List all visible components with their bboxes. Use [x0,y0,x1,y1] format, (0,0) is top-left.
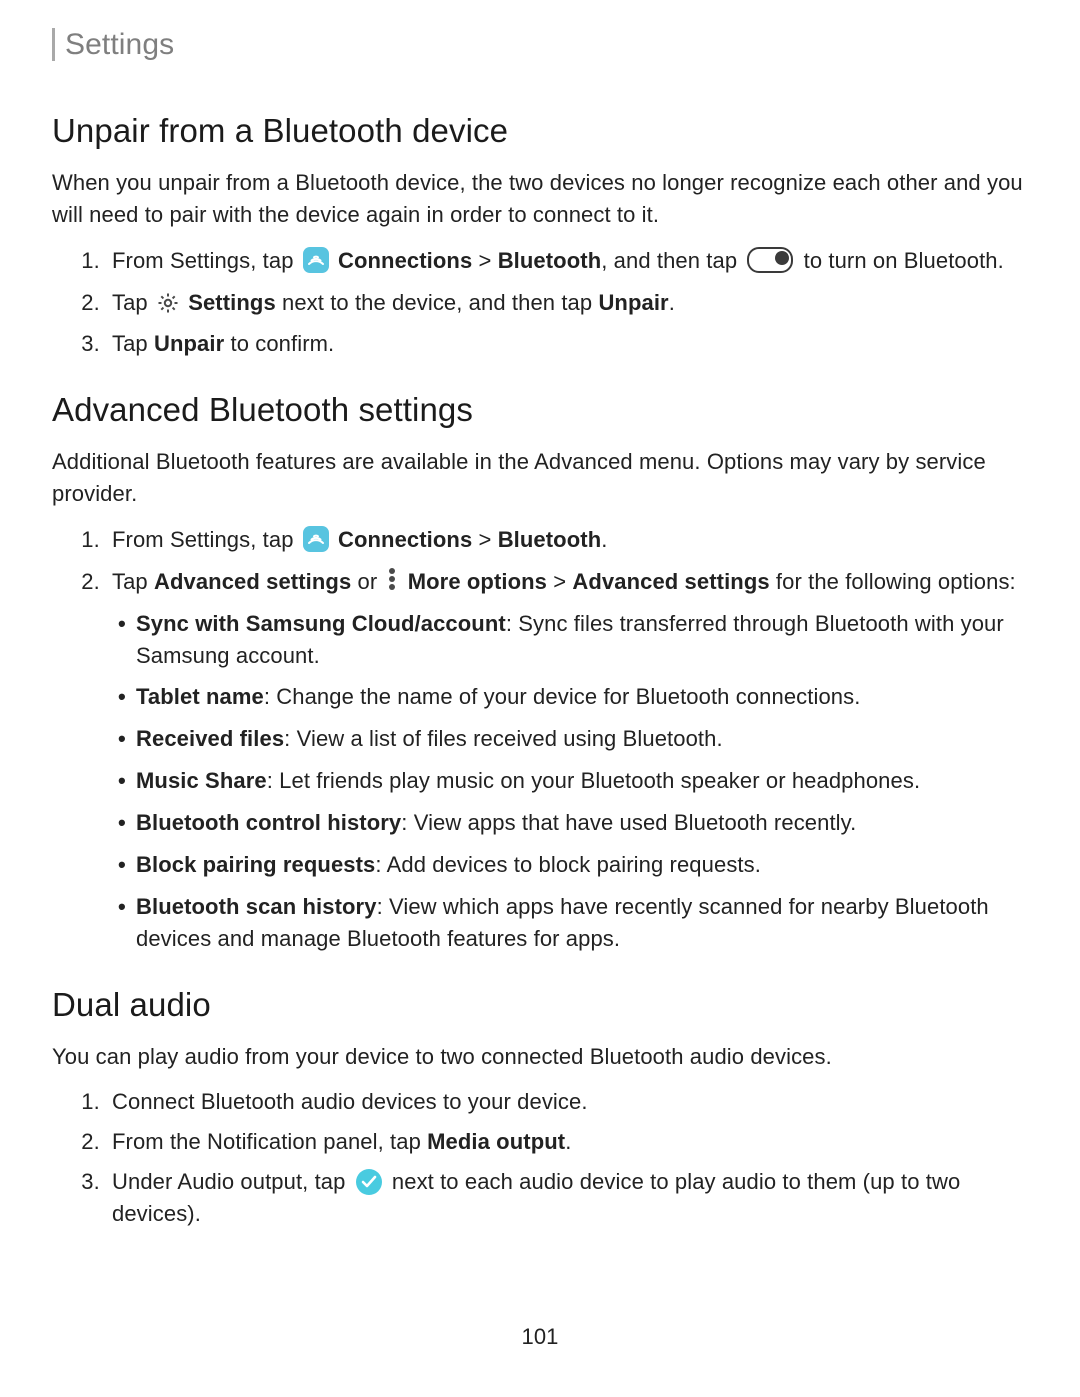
connections-icon [303,526,329,552]
opt-received-files: Received files: View a list of files rec… [136,723,1028,755]
opt-scan-history: Bluetooth scan history: View which apps … [136,891,1028,955]
heading-advanced: Advanced Bluetooth settings [52,386,1028,434]
unpair-steps: From Settings, tap Connections > Bluetoo… [52,245,1028,361]
advanced-intro: Additional Bluetooth features are availa… [52,446,1028,510]
more-options-icon [385,566,399,592]
advanced-steps: From Settings, tap Connections > Bluetoo… [52,524,1028,955]
text-advanced-settings-2: Advanced settings [572,569,769,594]
heading-unpair: Unpair from a Bluetooth device [52,107,1028,155]
unpair-step-3: Tap Unpair to confirm. [106,328,1028,360]
advanced-step-1: From Settings, tap Connections > Bluetoo… [106,524,1028,556]
dual-intro: You can play audio from your device to t… [52,1041,1028,1073]
text-media-output: Media output [427,1129,565,1154]
toggle-icon [747,247,793,273]
advanced-options-list: Sync with Samsung Cloud/account: Sync fi… [112,608,1028,955]
gear-icon [156,291,180,315]
unpair-intro: When you unpair from a Bluetooth device,… [52,167,1028,231]
text-bluetooth: Bluetooth [498,248,602,273]
opt-block-pairing: Block pairing requests: Add devices to b… [136,849,1028,881]
heading-dual-audio: Dual audio [52,981,1028,1029]
unpair-step-2: Tap Settings next to the device, and the… [106,287,1028,319]
running-head: Settings [52,28,1028,61]
text-bluetooth: Bluetooth [498,527,602,552]
connections-icon [303,247,329,273]
check-circle-icon [356,1169,382,1195]
text-more-options: More options [408,569,547,594]
dual-step-1: Connect Bluetooth audio devices to your … [106,1086,1028,1118]
text-settings: Settings [188,290,276,315]
opt-control-history: Bluetooth control history: View apps tha… [136,807,1028,839]
text-unpair-confirm: Unpair [154,331,224,356]
dual-steps: Connect Bluetooth audio devices to your … [52,1086,1028,1230]
advanced-step-2: Tap Advanced settings or More options > … [106,566,1028,955]
text-connections: Connections [338,248,472,273]
opt-tablet-name: Tablet name: Change the name of your dev… [136,681,1028,713]
page-number: 101 [0,1321,1080,1353]
opt-music-share: Music Share: Let friends play music on y… [136,765,1028,797]
dual-step-3: Under Audio output, tap next to each aud… [106,1166,1028,1230]
text-unpair: Unpair [598,290,668,315]
dual-step-2: From the Notification panel, tap Media o… [106,1126,1028,1158]
manual-page: Settings Unpair from a Bluetooth device … [0,0,1080,1397]
text-connections: Connections [338,527,472,552]
unpair-step-1: From Settings, tap Connections > Bluetoo… [106,245,1028,277]
opt-sync: Sync with Samsung Cloud/account: Sync fi… [136,608,1028,672]
text-advanced-settings: Advanced settings [154,569,351,594]
